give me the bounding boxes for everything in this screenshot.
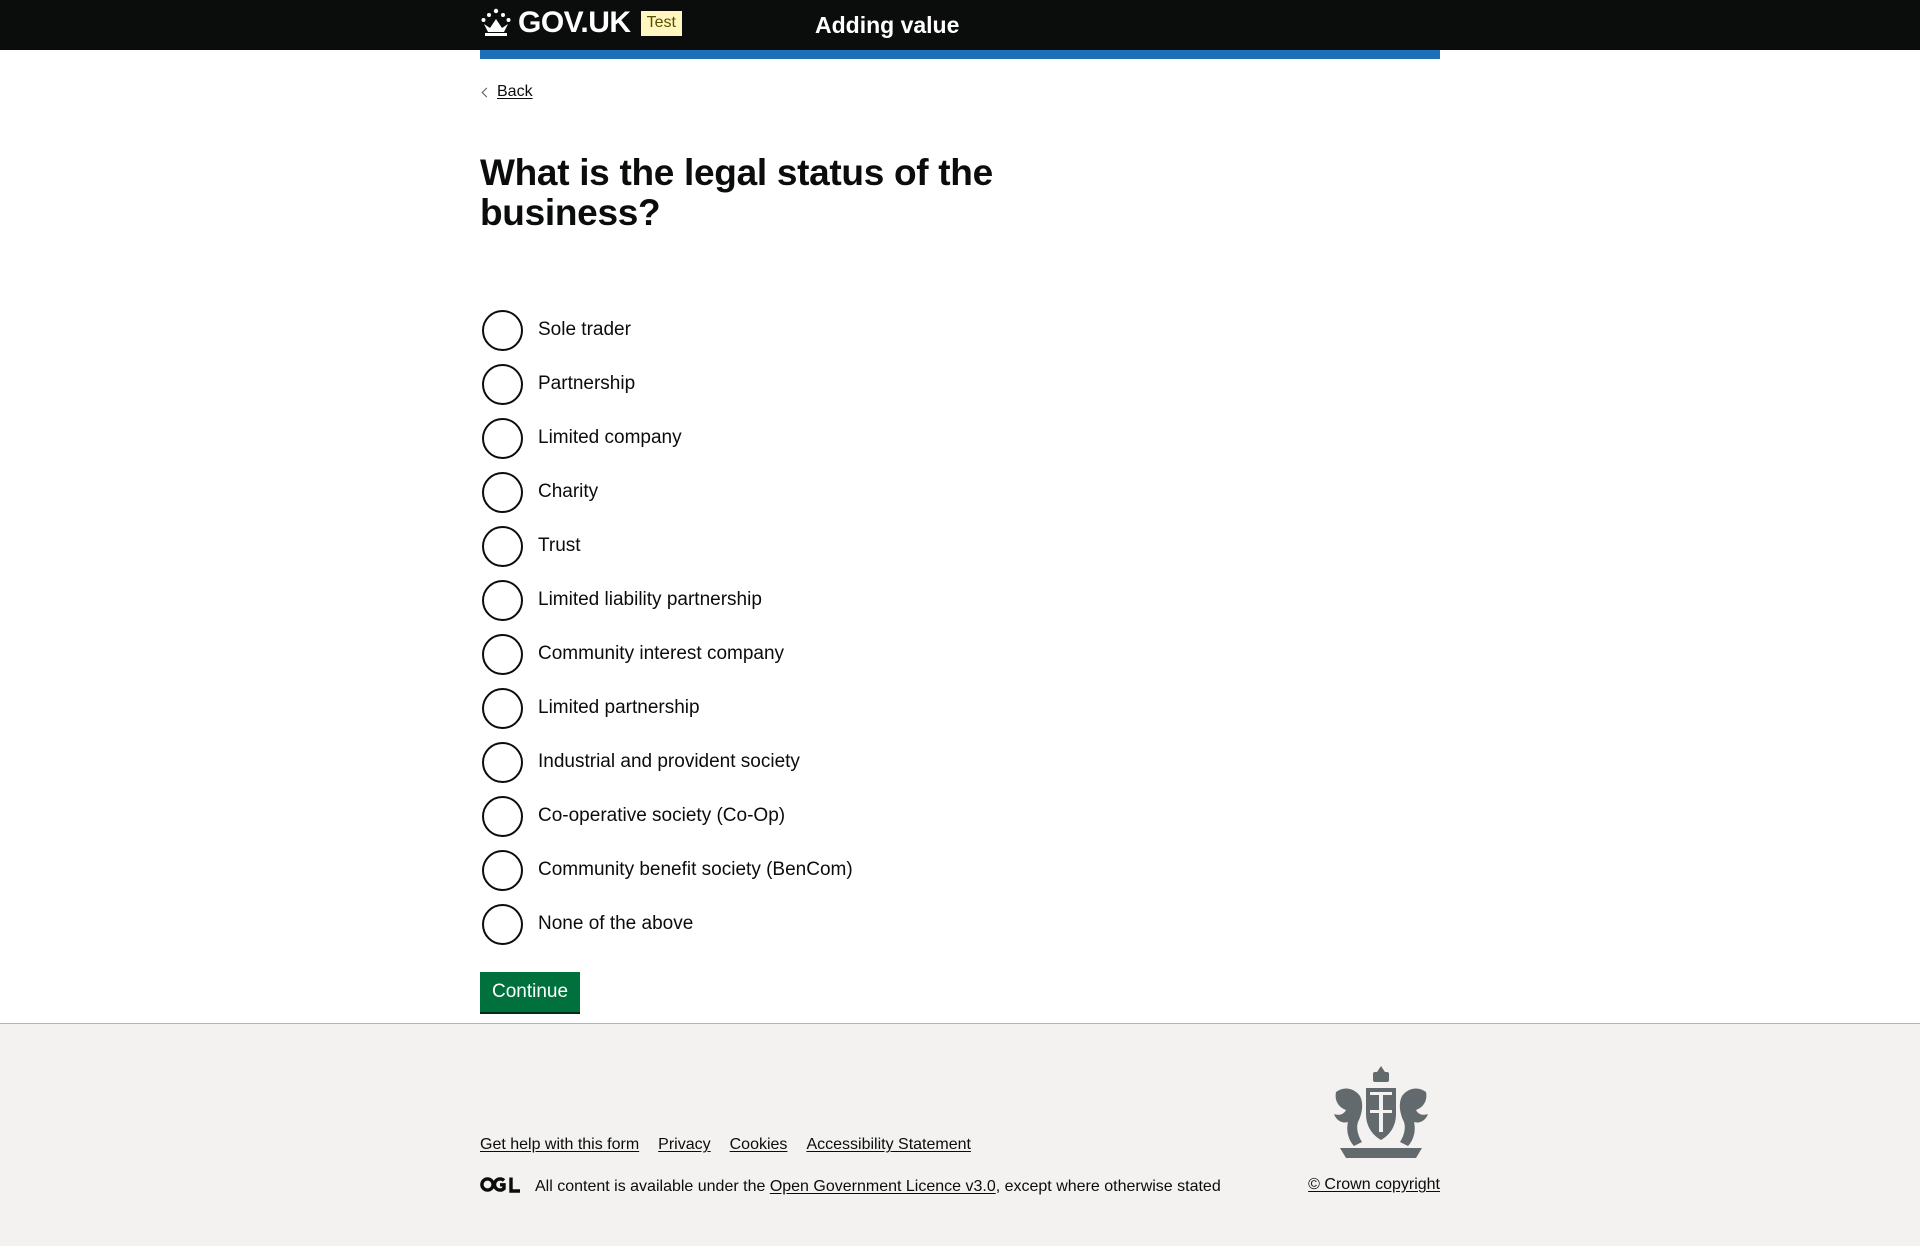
radio-button[interactable]: [482, 363, 523, 405]
footer-link-privacy[interactable]: Privacy: [658, 1136, 710, 1154]
logo-text: GOV.UK: [518, 6, 631, 39]
radio-button[interactable]: [482, 849, 523, 891]
radio-label[interactable]: Community interest company: [538, 643, 784, 665]
radio-button[interactable]: [482, 903, 523, 945]
legal-status-radios: Sole trader Partnership Limited company …: [480, 303, 853, 951]
radio-label[interactable]: Limited company: [538, 427, 682, 449]
footer-links: Get help with this form Privacy Cookies …: [480, 1136, 990, 1154]
crown-icon: [480, 8, 512, 38]
radio-option-charity[interactable]: Charity: [480, 465, 853, 519]
radio-button[interactable]: [482, 741, 523, 783]
radio-label[interactable]: Limited liability partnership: [538, 589, 762, 611]
site-footer: Get help with this form Privacy Cookies …: [0, 1023, 1920, 1246]
radio-button[interactable]: [482, 795, 523, 837]
licence-prefix: All content is available under the: [535, 1178, 770, 1195]
govuk-logo-link[interactable]: GOV.UK Test: [480, 6, 682, 40]
royal-coat-of-arms-icon: [1322, 1062, 1440, 1169]
radio-option-trust[interactable]: Trust: [480, 519, 853, 573]
radio-option-none[interactable]: None of the above: [480, 897, 853, 951]
radio-option-industrial-provident[interactable]: Industrial and provident society: [480, 735, 853, 789]
chevron-left-icon: [481, 87, 492, 97]
radio-option-cic[interactable]: Community interest company: [480, 627, 853, 681]
radio-option-sole-trader[interactable]: Sole trader: [480, 303, 853, 357]
radio-button[interactable]: [482, 417, 523, 459]
radio-option-llp[interactable]: Limited liability partnership: [480, 573, 853, 627]
footer-link-cookies[interactable]: Cookies: [730, 1136, 788, 1154]
radio-button[interactable]: [482, 633, 523, 675]
radio-label[interactable]: Trust: [538, 535, 581, 557]
radio-button[interactable]: [482, 309, 523, 351]
radio-option-co-op[interactable]: Co-operative society (Co-Op): [480, 789, 853, 843]
ogl-logo-icon: [480, 1176, 521, 1198]
phase-tag: Test: [640, 10, 682, 36]
radio-label[interactable]: Sole trader: [538, 319, 631, 341]
continue-button[interactable]: Continue: [480, 972, 581, 1012]
back-link[interactable]: Back: [480, 83, 533, 101]
page-title: What is the legal status of the business…: [480, 152, 993, 233]
licence-link[interactable]: Open Government Licence v3.0: [770, 1178, 996, 1196]
radio-label[interactable]: Charity: [538, 481, 598, 503]
radio-option-bencom[interactable]: Community benefit society (BenCom): [480, 843, 853, 897]
radio-option-limited-partnership[interactable]: Limited partnership: [480, 681, 853, 735]
radio-button[interactable]: [482, 525, 523, 567]
radio-label[interactable]: Co-operative society (Co-Op): [538, 805, 785, 827]
back-link-label: Back: [497, 83, 533, 100]
crown-copyright-link[interactable]: © Crown copyright: [1308, 1176, 1440, 1194]
radio-label[interactable]: Partnership: [538, 373, 635, 395]
radio-button[interactable]: [482, 471, 523, 513]
radio-label[interactable]: Industrial and provident society: [538, 751, 800, 773]
radio-button[interactable]: [482, 579, 523, 621]
radio-label[interactable]: Community benefit society (BenCom): [538, 859, 853, 881]
footer-link-accessibility[interactable]: Accessibility Statement: [806, 1136, 971, 1154]
radio-label[interactable]: Limited partnership: [538, 697, 700, 719]
licence-suffix: , except where otherwise stated: [995, 1178, 1221, 1195]
radio-label[interactable]: None of the above: [538, 913, 693, 935]
radio-option-limited-company[interactable]: Limited company: [480, 411, 853, 465]
header-accent-bar: [480, 50, 1440, 59]
service-name-link[interactable]: Adding value: [815, 12, 959, 39]
radio-option-partnership[interactable]: Partnership: [480, 357, 853, 411]
site-header: GOV.UK Test Adding value: [0, 0, 1920, 50]
footer-link-help[interactable]: Get help with this form: [480, 1136, 639, 1154]
licence-statement: All content is available under the Open …: [480, 1176, 1221, 1198]
radio-button[interactable]: [482, 687, 523, 729]
